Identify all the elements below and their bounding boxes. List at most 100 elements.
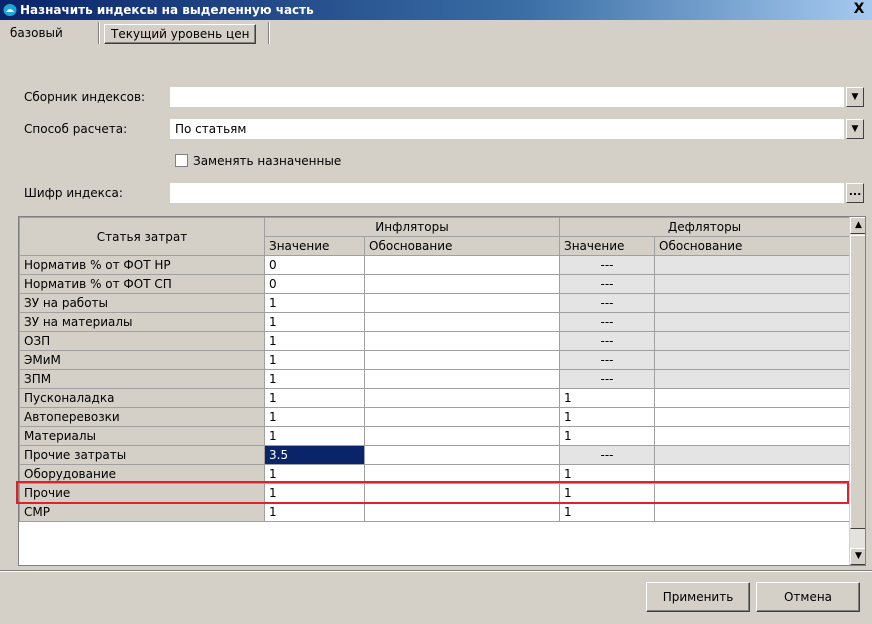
defl-reason-cell[interactable] [654, 274, 850, 294]
infl-value-cell[interactable]: 3.5 [264, 445, 365, 465]
tab-current-price-level[interactable]: Текущий уровень цен [104, 24, 257, 44]
infl-reason-cell[interactable] [364, 274, 560, 294]
code-input[interactable] [170, 183, 844, 203]
cancel-button[interactable]: Отмена [756, 582, 860, 612]
defl-reason-cell[interactable] [654, 426, 850, 446]
defl-value-cell[interactable]: 1 [559, 502, 655, 522]
scroll-thumb[interactable] [850, 235, 865, 529]
infl-reason-cell[interactable] [364, 483, 560, 503]
table-row[interactable]: ЗУ на работы 1 --- [19, 293, 850, 313]
defl-reason-cell[interactable] [654, 369, 850, 389]
infl-reason-cell[interactable] [364, 502, 560, 522]
scroll-up-icon[interactable]: ▲ [850, 217, 865, 234]
table-row[interactable]: Норматив % от ФОТ СП 0 --- [19, 274, 850, 294]
defl-value-cell[interactable]: --- [559, 350, 655, 370]
infl-value-cell[interactable]: 1 [264, 350, 365, 370]
infl-reason-cell[interactable] [364, 255, 560, 275]
table-row[interactable]: СМР 1 1 [19, 502, 850, 522]
infl-value-cell[interactable]: 1 [264, 388, 365, 408]
collection-combobox[interactable] [170, 87, 844, 107]
infl-value-cell[interactable]: 1 [264, 502, 365, 522]
row-header-cell: Автоперевозки [19, 407, 265, 427]
row-header-cell: Прочие затраты [19, 445, 265, 465]
table-row[interactable]: ЗПМ 1 --- [19, 369, 850, 389]
column-header-infl-value[interactable]: Значение [264, 236, 365, 256]
column-header-defl-reason[interactable]: Обоснование [654, 236, 850, 256]
table-row[interactable]: Автоперевозки 1 1 [19, 407, 850, 427]
collection-label: Сборник индексов: [24, 90, 146, 104]
column-header-infl-reason[interactable]: Обоснование [364, 236, 560, 256]
defl-reason-cell[interactable] [654, 388, 850, 408]
table-row[interactable]: ОЗП 1 --- [19, 331, 850, 351]
infl-value-cell[interactable]: 1 [264, 426, 365, 446]
infl-reason-cell[interactable] [364, 426, 560, 446]
group-header-deflators: Дефляторы [559, 217, 850, 237]
defl-reason-cell[interactable] [654, 331, 850, 351]
infl-value-cell[interactable]: 0 [264, 255, 365, 275]
defl-reason-cell[interactable] [654, 445, 850, 465]
method-label: Способ расчета: [24, 122, 128, 136]
chevron-down-icon[interactable]: ▼ [846, 119, 864, 139]
replace-checkbox[interactable] [175, 154, 188, 167]
table-row[interactable]: Материалы 1 1 [19, 426, 850, 446]
infl-reason-cell[interactable] [364, 407, 560, 427]
infl-value-cell[interactable]: 1 [264, 293, 365, 313]
defl-value-cell[interactable]: 1 [559, 388, 655, 408]
defl-reason-cell[interactable] [654, 350, 850, 370]
defl-value-cell[interactable]: 1 [559, 483, 655, 503]
table-row[interactable]: Пусконаладка 1 1 [19, 388, 850, 408]
defl-reason-cell[interactable] [654, 502, 850, 522]
close-icon[interactable]: X [850, 2, 868, 18]
apply-button[interactable]: Применить [646, 582, 750, 612]
infl-value-cell[interactable]: 1 [264, 312, 365, 332]
defl-value-cell[interactable]: --- [559, 369, 655, 389]
table-row[interactable]: ЭМиМ 1 --- [19, 350, 850, 370]
replace-label: Заменять назначенные [193, 154, 342, 168]
infl-value-cell[interactable]: 1 [264, 331, 365, 351]
row-header-cell: Прочие [19, 483, 265, 503]
infl-reason-cell[interactable] [364, 312, 560, 332]
defl-reason-cell[interactable] [654, 293, 850, 313]
table-row[interactable]: Норматив % от ФОТ НР 0 --- [19, 255, 850, 275]
infl-value-cell[interactable]: 1 [264, 483, 365, 503]
vertical-scrollbar[interactable]: ▲ ▼ [849, 217, 865, 565]
defl-value-cell[interactable]: --- [559, 331, 655, 351]
defl-value-cell[interactable]: --- [559, 445, 655, 465]
defl-reason-cell[interactable] [654, 312, 850, 332]
defl-reason-cell[interactable] [654, 255, 850, 275]
column-header-defl-value[interactable]: Значение [559, 236, 655, 256]
defl-value-cell[interactable]: 1 [559, 407, 655, 427]
row-header-cell: Пусконаладка [19, 388, 265, 408]
defl-value-cell[interactable]: --- [559, 312, 655, 332]
infl-reason-cell[interactable] [364, 464, 560, 484]
defl-reason-cell[interactable] [654, 464, 850, 484]
infl-value-cell[interactable]: 0 [264, 274, 365, 294]
infl-value-cell[interactable]: 1 [264, 464, 365, 484]
tab-basic[interactable]: базовый [4, 24, 69, 44]
defl-value-cell[interactable]: --- [559, 293, 655, 313]
table-row[interactable]: ЗУ на материалы 1 --- [19, 312, 850, 332]
infl-reason-cell[interactable] [364, 331, 560, 351]
defl-reason-cell[interactable] [654, 483, 850, 503]
defl-reason-cell[interactable] [654, 407, 850, 427]
infl-value-cell[interactable]: 1 [264, 369, 365, 389]
infl-reason-cell[interactable] [364, 293, 560, 313]
infl-value-cell[interactable]: 1 [264, 407, 365, 427]
defl-value-cell[interactable]: --- [559, 274, 655, 294]
defl-value-cell[interactable]: 1 [559, 464, 655, 484]
ellipsis-icon[interactable]: ... [846, 183, 864, 203]
table-row[interactable]: Прочие затраты 3.5 --- [19, 445, 850, 465]
defl-value-cell[interactable]: --- [559, 255, 655, 275]
defl-value-cell[interactable]: 1 [559, 426, 655, 446]
method-combobox[interactable]: По статьям [170, 119, 844, 139]
scroll-down-icon[interactable]: ▼ [850, 548, 865, 565]
infl-reason-cell[interactable] [364, 350, 560, 370]
column-header-article[interactable]: Статья затрат [19, 217, 265, 256]
table-row[interactable]: Оборудование 1 1 [19, 464, 850, 484]
infl-reason-cell[interactable] [364, 445, 560, 465]
index-grid: Статья затрат Инфляторы Дефляторы Значен… [18, 216, 866, 566]
chevron-down-icon[interactable]: ▼ [846, 87, 864, 107]
infl-reason-cell[interactable] [364, 388, 560, 408]
infl-reason-cell[interactable] [364, 369, 560, 389]
table-row[interactable]: Прочие 1 1 [19, 483, 850, 503]
